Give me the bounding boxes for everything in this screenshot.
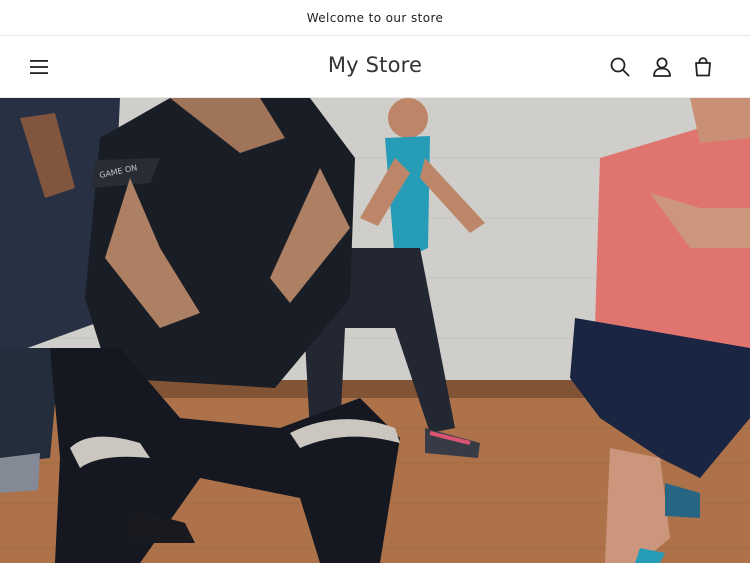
announcement-bar: Welcome to our store [0, 0, 750, 36]
account-icon [653, 57, 671, 77]
search-icon [610, 57, 630, 77]
cart-button[interactable] [688, 53, 718, 81]
search-button[interactable] [605, 53, 635, 81]
hero-image: GAME ON [0, 98, 750, 563]
announcement-text: Welcome to our store [306, 10, 444, 25]
hero-overlay [0, 98, 750, 563]
account-button[interactable] [647, 53, 677, 81]
hero-banner: GAME ON [0, 98, 750, 563]
site-header: My Store [0, 37, 750, 98]
cart-icon [695, 57, 711, 77]
store-name-link[interactable]: My Store [328, 53, 422, 77]
store-logo: My Store [0, 53, 750, 77]
